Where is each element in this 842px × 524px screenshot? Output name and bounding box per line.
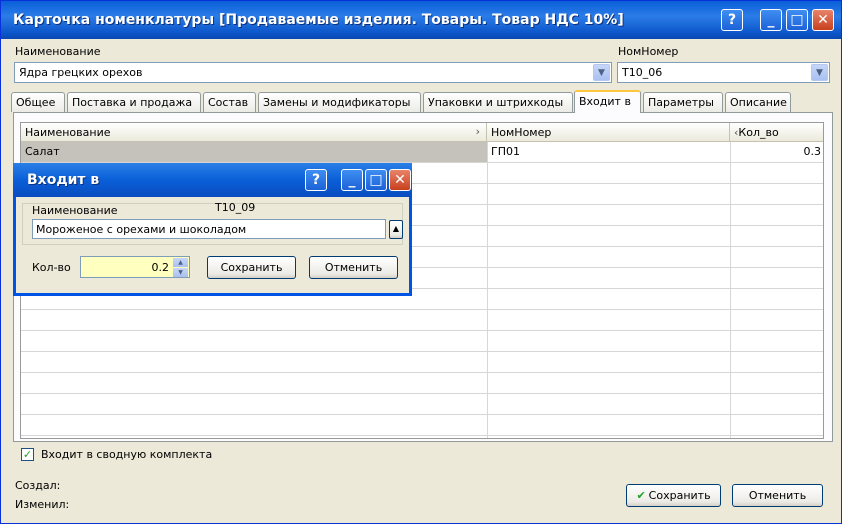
dialog-titlebar[interactable]: Входит в ? _ □ ✕: [13, 163, 412, 197]
table-row[interactable]: [21, 394, 823, 415]
dialog-qty-label: Кол-во: [32, 261, 71, 274]
code-label: НомНомер: [618, 45, 679, 58]
column-divider: [487, 142, 488, 438]
chevron-up-icon[interactable]: ▲: [389, 220, 403, 239]
row-qty: 0.3: [803, 145, 822, 158]
quantity-stepper[interactable]: 0.2 ▲ ▼: [80, 256, 190, 278]
dialog-name-label: Наименование: [32, 204, 118, 217]
window-title: Карточка номенклатуры [Продаваемые издел…: [13, 12, 624, 28]
dialog-close-button[interactable]: ✕: [389, 169, 411, 191]
column-header-code[interactable]: НомНомер: [487, 123, 730, 142]
tab-description[interactable]: Описание: [725, 92, 791, 112]
column-header-qty[interactable]: ‹Кол_во: [730, 123, 823, 142]
chevron-down-icon[interactable]: ▼: [593, 64, 610, 81]
minimize-button[interactable]: _: [760, 9, 782, 31]
table-row[interactable]: [21, 352, 823, 373]
window-titlebar[interactable]: Карточка номенклатуры [Продаваемые издел…: [1, 1, 841, 39]
save-button[interactable]: ✔ Сохранить: [626, 484, 721, 507]
dialog-qty-value: 0.2: [151, 261, 170, 274]
column-divider: [730, 142, 731, 438]
dialog-maximize-button[interactable]: □: [365, 169, 387, 191]
tab-packaging[interactable]: Упаковки и штрихкоды: [423, 92, 573, 112]
dialog-code-value: Т10_09: [215, 201, 256, 214]
table-row-cells[interactable]: ГП01 0.3: [487, 142, 823, 163]
column-header-name[interactable]: Наименование ›: [21, 123, 487, 142]
created-label: Создал:: [15, 479, 61, 492]
table-row[interactable]: [21, 310, 823, 331]
row-code: ГП01: [491, 145, 520, 158]
dialog-name-field[interactable]: Мороженое с орехами и шоколадом: [32, 219, 386, 239]
table-row[interactable]: [21, 373, 823, 394]
included-in-dialog: Входит в ? _ □ ✕ Наименование Т10_09 Мор…: [13, 163, 412, 296]
cancel-button[interactable]: Отменить: [732, 484, 823, 507]
tab-replacements[interactable]: Замены и модификаторы: [258, 92, 421, 112]
table-row[interactable]: [21, 331, 823, 352]
row-name: Салат: [25, 145, 60, 158]
dialog-body: Наименование Т10_09 Мороженое с орехами …: [18, 197, 407, 290]
dialog-title: Входит в: [27, 172, 100, 188]
table-row[interactable]: [21, 415, 823, 436]
tab-included-in[interactable]: Входит в: [574, 90, 641, 113]
code-value: Т10_06: [622, 66, 663, 79]
tab-general[interactable]: Общее: [11, 92, 65, 112]
include-checkbox-label: Входит в сводную комплекта: [41, 448, 213, 461]
dialog-help-button[interactable]: ?: [305, 169, 327, 191]
modified-label: Изменил:: [15, 498, 70, 511]
dialog-cancel-button[interactable]: Отменить: [309, 256, 398, 279]
chevron-right-icon: ›: [475, 125, 480, 138]
checkmark-icon: ✔: [636, 489, 646, 502]
tab-supply-sales[interactable]: Поставка и продажа: [67, 92, 201, 112]
tab-composition[interactable]: Состав: [203, 92, 256, 112]
stepper-up-icon[interactable]: ▲: [173, 258, 188, 267]
name-label: Наименование: [15, 45, 101, 58]
code-combo[interactable]: Т10_06 ▼: [617, 62, 830, 83]
name-value: Ядра грецких орехов: [19, 66, 143, 79]
include-checkbox[interactable]: ✓: [21, 448, 34, 461]
dialog-name-value: Мороженое с орехами и шоколадом: [36, 223, 247, 236]
dialog-minimize-button[interactable]: _: [341, 169, 363, 191]
maximize-button[interactable]: □: [786, 9, 808, 31]
stepper-down-icon[interactable]: ▼: [173, 268, 188, 277]
dialog-save-button[interactable]: Сохранить: [207, 256, 296, 279]
close-button[interactable]: ✕: [812, 9, 834, 31]
tab-parameters[interactable]: Параметры: [643, 92, 723, 112]
table-row[interactable]: Салат: [21, 142, 487, 163]
chevron-down-icon[interactable]: ▼: [811, 64, 828, 81]
name-combo[interactable]: Ядра грецких орехов ▼: [14, 62, 612, 83]
help-button[interactable]: ?: [721, 9, 743, 31]
